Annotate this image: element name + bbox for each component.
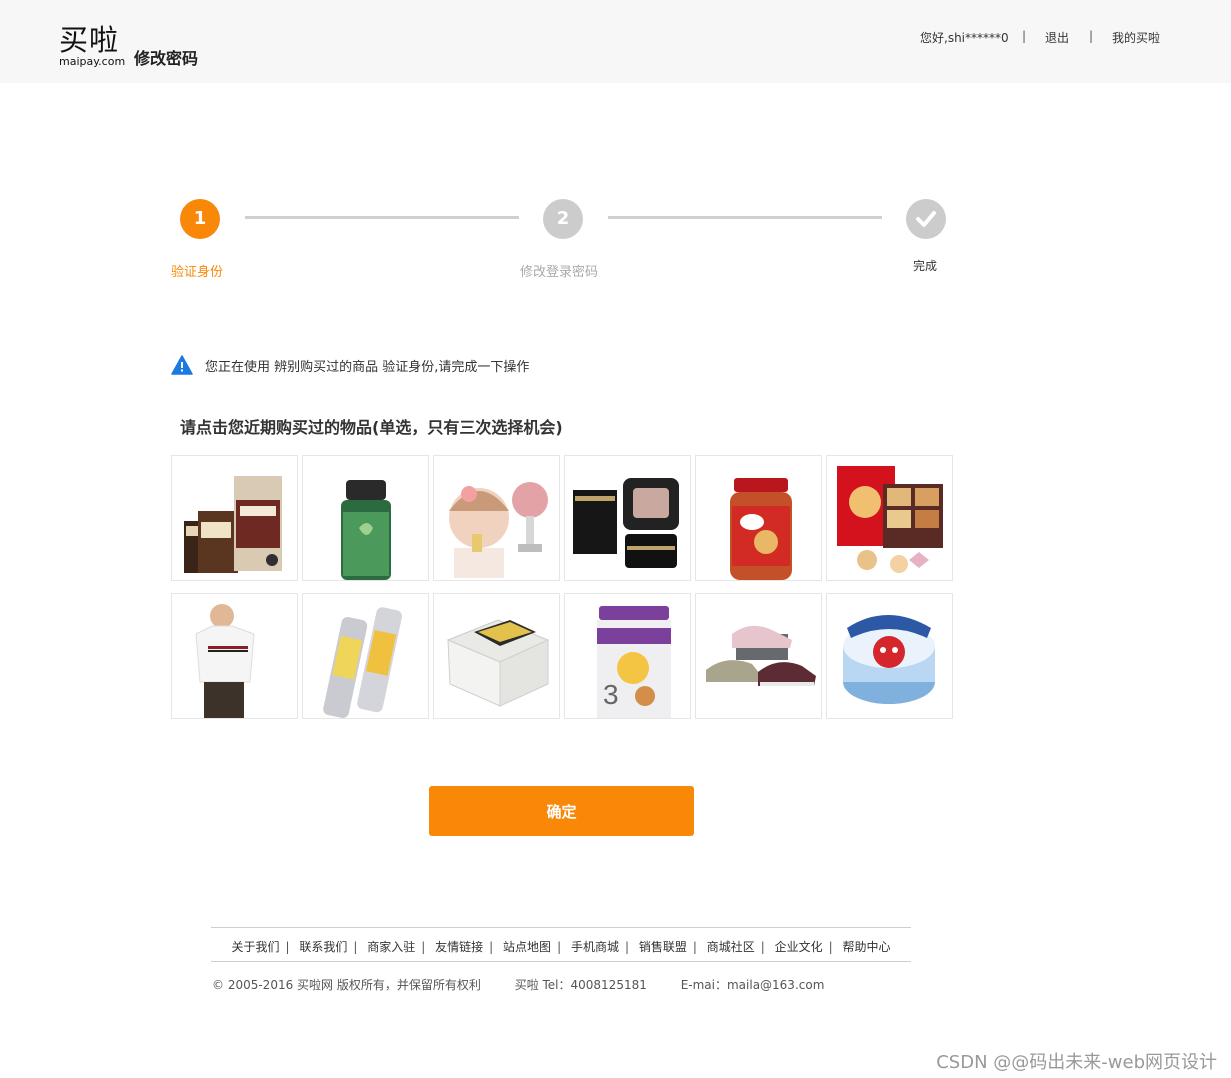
footer-link-affiliate[interactable]: 销售联盟: [639, 940, 687, 954]
footer-link-sitemap[interactable]: 站点地图: [503, 940, 551, 954]
logout-link[interactable]: 退出: [1045, 29, 1069, 46]
drip-bag-coffee-image: [184, 476, 282, 573]
page-title: 修改密码: [134, 49, 199, 68]
footer-divider: [211, 927, 911, 928]
footer-separator: |: [285, 940, 290, 954]
logo-subtext: maipay.com: [59, 55, 126, 68]
notice-text: 您正在使用 辨别购买过的商品 验证身份,请完成一下操作: [205, 360, 530, 375]
step-3-circle: [906, 199, 946, 239]
footer-link-friends[interactable]: 友情链接: [435, 940, 483, 954]
product-grid: 3: [171, 455, 957, 721]
sneakers-image: [706, 625, 816, 686]
step-2-circle: 2: [543, 199, 583, 239]
copyright-text: © 2005-2016 买啦网 版权所有，并保留所有权利: [212, 978, 481, 992]
food-container-image: [446, 619, 550, 707]
footer-separator: |: [692, 940, 697, 954]
footer-link-contact[interactable]: 联系我们: [299, 940, 347, 954]
product-option-drip-bag-coffee[interactable]: [171, 455, 298, 581]
footer-separator: |: [353, 940, 358, 954]
product-option-food-container[interactable]: [433, 593, 560, 719]
footer-separator: |: [489, 940, 494, 954]
step-2-label: 修改登录密码: [520, 265, 599, 280]
product-option-supplement-bottle[interactable]: [302, 455, 429, 581]
email-text: E-mai：maila@163.com: [680, 978, 825, 992]
question-heading: 请点击您近期购买过的物品(单选，只有三次选择机会): [180, 418, 563, 437]
product-option-sneakers[interactable]: [695, 593, 822, 719]
tel-text: 买啦 Tel：4008125181: [514, 978, 647, 992]
product-option-sunscreen-spray[interactable]: [302, 593, 429, 719]
nav-separator: |: [1022, 29, 1027, 43]
svg-text:3: 3: [603, 679, 619, 710]
footer-separator: |: [760, 940, 765, 954]
baby-feeder-image: [449, 482, 548, 578]
my-account-link[interactable]: 我的买啦: [1112, 29, 1160, 46]
product-option-cookie-tin[interactable]: [826, 455, 953, 581]
top-header: 买啦 maipay.com 修改密码 您好,shi******0 | 退出 | …: [0, 0, 1231, 83]
a2-platinum-formula-image: 3: [597, 606, 671, 718]
logo-text: 买啦: [59, 23, 120, 57]
warning-icon: [171, 355, 193, 375]
la-vache-qui-rit-cheese-image: [843, 615, 935, 704]
white-tshirt-image: [195, 604, 255, 718]
step-connector: [608, 216, 882, 219]
product-option-a2-platinum-formula[interactable]: 3: [564, 593, 691, 719]
product-option-la-vache-qui-rit-cheese[interactable]: [826, 593, 953, 719]
step-3-label: 完成: [913, 259, 938, 273]
watermark: CSDN @@码出未来-web网页设计: [936, 1052, 1217, 1073]
footer-link-mobile[interactable]: 手机商城: [571, 940, 619, 954]
step-1-label: 验证身份: [171, 265, 224, 280]
user-greeting: 您好,shi******0: [920, 31, 1009, 45]
step-1-circle: 1: [180, 199, 220, 239]
step-connector: [245, 216, 519, 219]
footer-link-help[interactable]: 帮助中心: [843, 940, 891, 954]
product-option-kraft-peanut-butter[interactable]: [695, 455, 822, 581]
product-option-white-tshirt[interactable]: [171, 593, 298, 719]
footer-link-community[interactable]: 商城社区: [707, 940, 755, 954]
givenchy-compact-image: [573, 478, 679, 568]
sunscreen-spray-image: [323, 607, 403, 718]
footer-links: 关于我们 | 联系我们 | 商家入驻 | 友情链接 | 站点地图 | 手机商城 | 销售联盟…: [211, 938, 911, 955]
cookie-tin-image: [837, 466, 943, 573]
checkmark-icon: [916, 211, 936, 227]
product-option-givenchy-compact[interactable]: [564, 455, 691, 581]
footer-link-about[interactable]: 关于我们: [231, 940, 279, 954]
logo[interactable]: 买啦 maipay.com: [59, 23, 126, 68]
supplement-bottle-image: [341, 480, 391, 580]
footer-link-merchant[interactable]: 商家入驻: [367, 940, 415, 954]
confirm-button[interactable]: 确定: [429, 786, 694, 836]
product-option-baby-feeder[interactable]: [433, 455, 560, 581]
nav-separator: |: [1089, 29, 1094, 43]
footer-copyright-row: © 2005-2016 买啦网 版权所有，并保留所有权利 买啦 Tel：4008…: [212, 976, 824, 993]
footer-separator: |: [557, 940, 562, 954]
footer-separator: |: [828, 940, 833, 954]
footer-separator: |: [624, 940, 629, 954]
footer-link-culture[interactable]: 企业文化: [775, 940, 823, 954]
footer-separator: |: [421, 940, 426, 954]
kraft-peanut-butter-image: [730, 478, 792, 580]
footer-divider: [211, 961, 911, 962]
